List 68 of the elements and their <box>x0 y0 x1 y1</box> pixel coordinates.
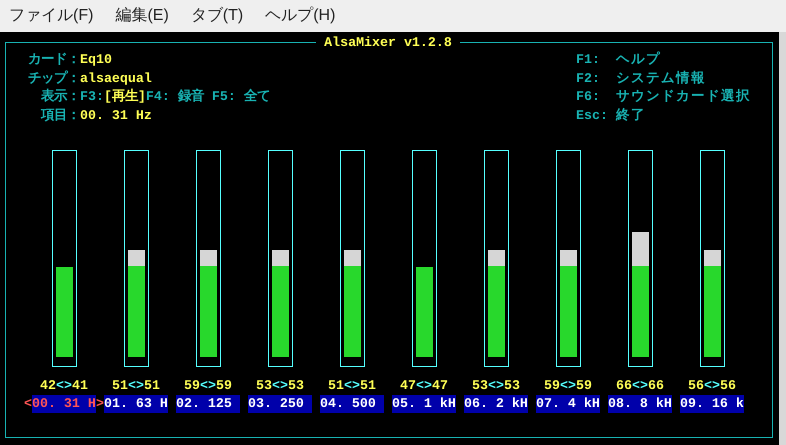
field-label: 表示： <box>40 88 80 106</box>
balance-separator: <> <box>560 378 576 393</box>
view-tab[interactable]: 全て <box>244 88 270 106</box>
volume-value: 51 <box>328 378 344 393</box>
volume-value: 51 <box>144 378 160 393</box>
view-key: F4: <box>146 88 170 106</box>
channel-name[interactable]: 05. 1 kH <box>392 395 456 413</box>
balance-separator: <> <box>344 378 360 393</box>
volume-value: 56 <box>688 378 704 393</box>
channel-name[interactable]: 04. 500 <box>320 395 384 413</box>
balance-separator: <> <box>632 378 648 393</box>
scrollbar[interactable] <box>779 32 786 445</box>
volume-value: 41 <box>72 378 88 393</box>
channel-name[interactable]: 03. 250 <box>248 395 312 413</box>
channel-name[interactable]: 02. 125 <box>176 395 240 413</box>
balance-separator: <> <box>272 378 288 393</box>
volume-value: 56 <box>720 378 736 393</box>
menu-item[interactable]: ファイル(F) <box>8 4 94 28</box>
volume-value: 53 <box>472 378 488 393</box>
channel-name[interactable]: 08. 8 kH <box>608 395 672 413</box>
selection-marker: < <box>24 395 32 413</box>
balance-separator: <> <box>56 378 72 393</box>
balance-separator: <> <box>488 378 504 393</box>
volume-value: 59 <box>576 378 592 393</box>
volume-value: 42 <box>40 378 56 393</box>
menu-item[interactable]: ヘルプ(H) <box>264 4 336 28</box>
shortcut-label: サウンドカード選択 <box>616 88 751 106</box>
channel-name[interactable]: 07. 4 kH <box>536 395 600 413</box>
view-key: F3: <box>80 88 104 106</box>
field-value: alsaequal <box>80 70 152 88</box>
field-value: Eq10 <box>80 51 112 69</box>
shortcut-label: 終了 <box>616 106 646 124</box>
field-label: カード： <box>27 51 80 69</box>
view-tab[interactable]: 録音 <box>178 88 204 106</box>
volume-value: 47 <box>432 378 448 393</box>
channel-name[interactable]: 09. 16 k <box>680 395 744 413</box>
channel-name[interactable]: 06. 2 kH <box>464 395 528 413</box>
view-tab[interactable]: [再生] <box>104 88 146 106</box>
balance-separator: <> <box>128 378 144 393</box>
volume-value: 66 <box>616 378 632 393</box>
balance-separator: <> <box>200 378 216 393</box>
channel-name[interactable]: 00. 31 H <box>32 395 96 413</box>
menu-item[interactable]: 編集(E) <box>114 4 170 28</box>
volume-value: 59 <box>184 378 200 393</box>
view-key: F5: <box>212 88 236 106</box>
volume-value: 47 <box>400 378 416 393</box>
shortcut-key: Esc: <box>576 106 616 125</box>
channel-name[interactable]: 01. 63 H <box>104 395 168 413</box>
selection-marker: > <box>96 395 104 413</box>
shortcut-label: システム情報 <box>616 70 706 88</box>
shortcut-key: F2: <box>576 70 616 88</box>
field-label: チップ： <box>27 70 80 88</box>
volume-value: 51 <box>112 378 128 393</box>
volume-value: 53 <box>504 378 520 393</box>
shortcut-key: F1: <box>576 51 616 70</box>
volume-value: 53 <box>288 378 304 393</box>
volume-value: 66 <box>648 378 664 393</box>
shortcut-label: ヘルプ <box>616 51 661 69</box>
volume-value: 51 <box>360 378 376 393</box>
menu-item[interactable]: タブ(T) <box>190 4 244 28</box>
volume-value: 53 <box>256 378 272 393</box>
balance-separator: <> <box>704 378 720 393</box>
field-value: 00. 31 Hz <box>80 106 152 124</box>
shortcut-key: F6: <box>576 88 616 106</box>
volume-value: 59 <box>216 378 232 393</box>
field-label: 項目： <box>40 106 80 124</box>
volume-value: 59 <box>544 378 560 393</box>
balance-separator: <> <box>416 378 432 393</box>
